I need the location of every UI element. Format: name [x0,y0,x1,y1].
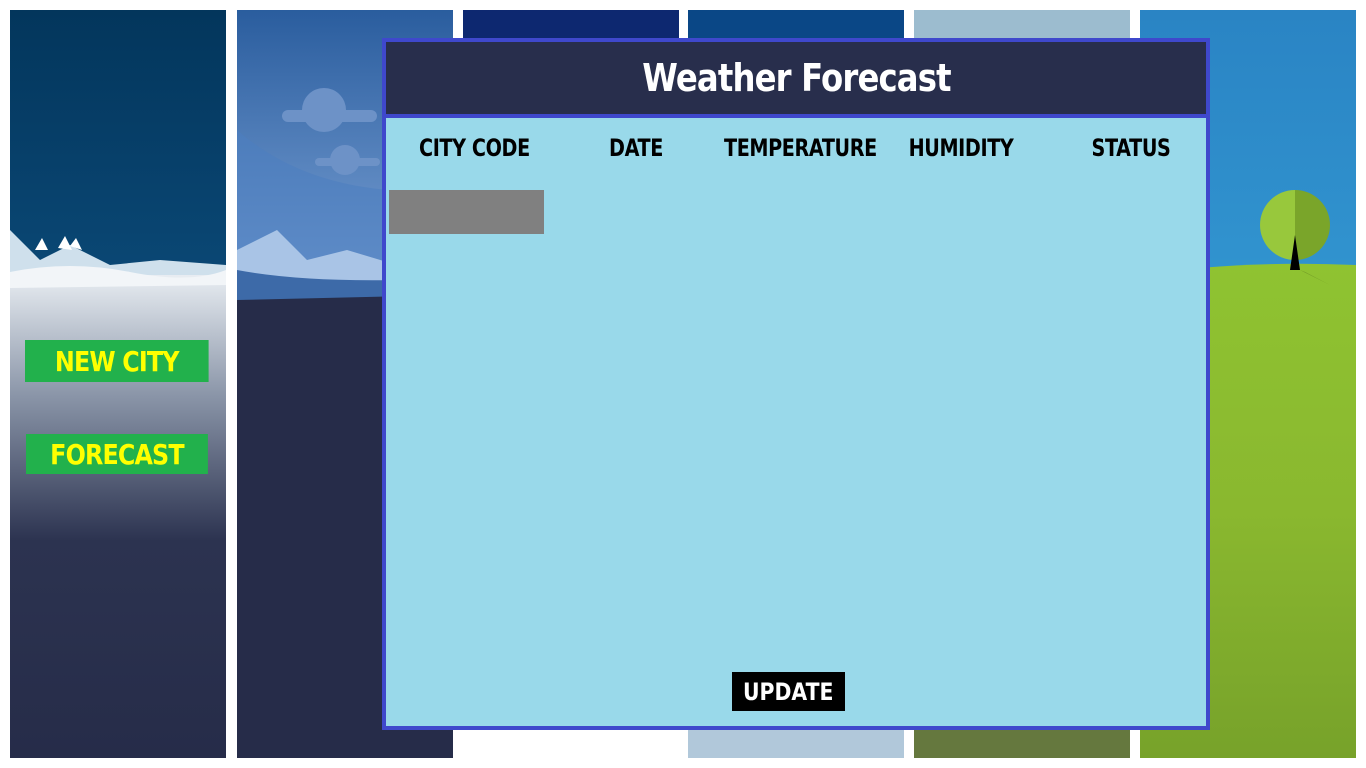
column-header-city-code: CITY CODE [419,134,530,162]
forecast-panel: Weather Forecast CITY CODE DATE TEMPERAT… [382,38,1210,730]
new-city-button[interactable]: NEW CITY [25,340,209,382]
page-title: Weather Forecast [641,56,951,100]
update-button-label: UPDATE [743,677,834,706]
update-button[interactable]: UPDATE [732,672,845,711]
city-code-select[interactable] [389,190,544,234]
column-header-date: DATE [609,134,663,162]
column-header-status: STATUS [1091,134,1171,162]
column-header-humidity: HUMIDITY [908,134,1014,162]
background-panel-night-snow [10,10,226,758]
column-header-temperature: TEMPERATURE [724,134,877,162]
forecast-button[interactable]: FORECAST [26,434,208,474]
forecast-panel-header: Weather Forecast [386,42,1206,118]
